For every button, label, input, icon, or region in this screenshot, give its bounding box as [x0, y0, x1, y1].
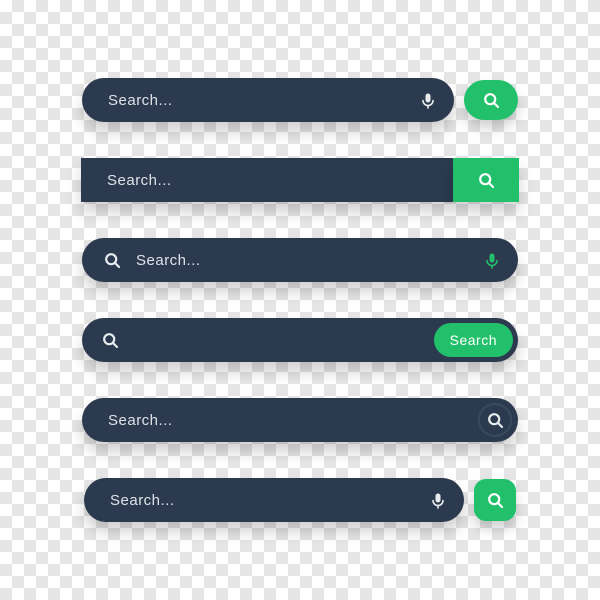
- mic-icon[interactable]: [420, 92, 436, 109]
- search-placeholder: Search...: [104, 92, 420, 109]
- search-icon: [483, 92, 499, 108]
- search-bar-variant-5: Search...: [82, 398, 518, 442]
- search-button[interactable]: Search: [434, 323, 513, 357]
- search-button[interactable]: [474, 479, 516, 521]
- search-icon: [102, 332, 118, 348]
- search-input[interactable]: Search...: [82, 238, 518, 282]
- search-icon: [487, 492, 503, 508]
- search-placeholder: Search...: [103, 172, 453, 189]
- search-bar-variant-3: Search...: [82, 238, 518, 282]
- search-placeholder: Search...: [106, 492, 430, 509]
- search-bar-variant-2: Search...: [81, 158, 519, 202]
- mic-icon[interactable]: [430, 492, 446, 509]
- search-placeholder: Search...: [132, 252, 472, 269]
- search-bar-variant-1: Search...: [82, 78, 518, 122]
- search-button[interactable]: [478, 403, 512, 437]
- search-icon: [487, 412, 503, 428]
- search-button[interactable]: [464, 80, 518, 120]
- search-input[interactable]: Search...: [84, 478, 464, 522]
- search-button-label: Search: [450, 332, 497, 348]
- search-input[interactable]: Search...: [81, 158, 453, 202]
- search-input[interactable]: Search...: [82, 398, 518, 442]
- search-icon: [478, 172, 494, 188]
- search-button[interactable]: [453, 158, 519, 202]
- search-bar-variant-6: Search...: [84, 478, 516, 522]
- search-bar-variant-4: Search: [82, 318, 518, 362]
- search-icon: [104, 252, 120, 268]
- search-placeholder: Search...: [104, 412, 478, 429]
- search-input[interactable]: Search...: [82, 78, 454, 122]
- search-input[interactable]: Search: [82, 318, 518, 362]
- mic-icon[interactable]: [484, 252, 500, 269]
